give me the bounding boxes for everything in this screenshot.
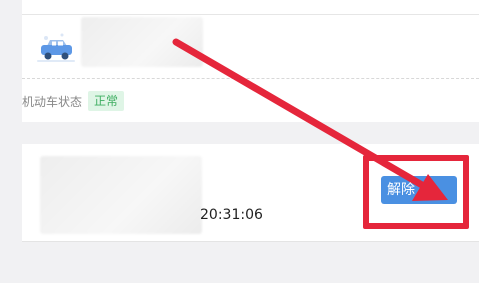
record-time: 20:31:06 (200, 207, 263, 223)
plate-number-redacted (81, 17, 203, 67)
dashed-divider (22, 78, 479, 79)
divider (22, 14, 479, 15)
annotation-highlight-box (363, 155, 469, 229)
record-info-redacted (40, 156, 202, 234)
screen: 机动车状态 正常 20:31:06 解除 (0, 0, 479, 283)
status-badge: 正常 (88, 91, 125, 111)
vehicle-status-row: 机动车状态 正常 (22, 90, 125, 112)
divider (22, 241, 479, 242)
car-icon (37, 33, 75, 62)
vehicle-status-label: 机动车状态 (22, 94, 83, 109)
vehicle-card[interactable]: 机动车状态 正常 (22, 0, 479, 122)
